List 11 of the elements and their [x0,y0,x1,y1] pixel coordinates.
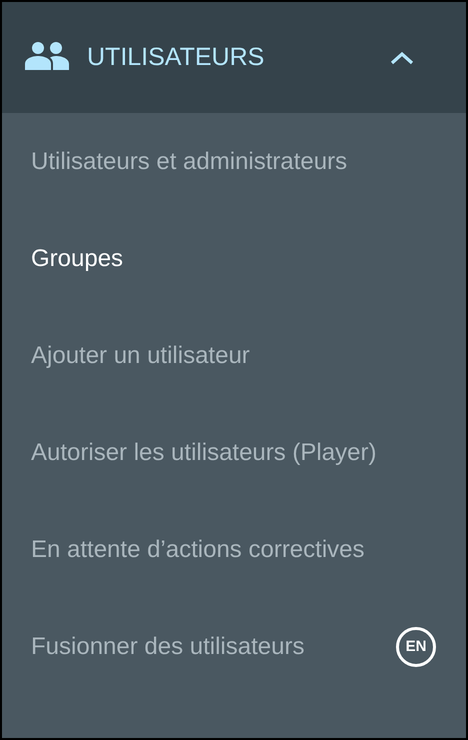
language-button[interactable]: EN [396,626,436,666]
menu-item[interactable]: Utilisateurs et administrateurs [31,141,348,182]
menu-item[interactable]: Groupes [31,238,124,279]
menu-item[interactable]: Fusionner des utilisateurs [31,626,304,667]
users-icon [25,42,69,70]
section-title: UTILISATEURS [87,43,266,72]
menu-item[interactable]: Ajouter un utilisateur [31,335,250,376]
chevron-icon [390,50,414,64]
section-header[interactable]: UTILISATEURS [2,2,466,113]
menu-item[interactable]: Autoriser les utilisateurs (Player) [31,432,376,473]
menu-item[interactable]: En attente d’actions correctives [31,529,365,570]
